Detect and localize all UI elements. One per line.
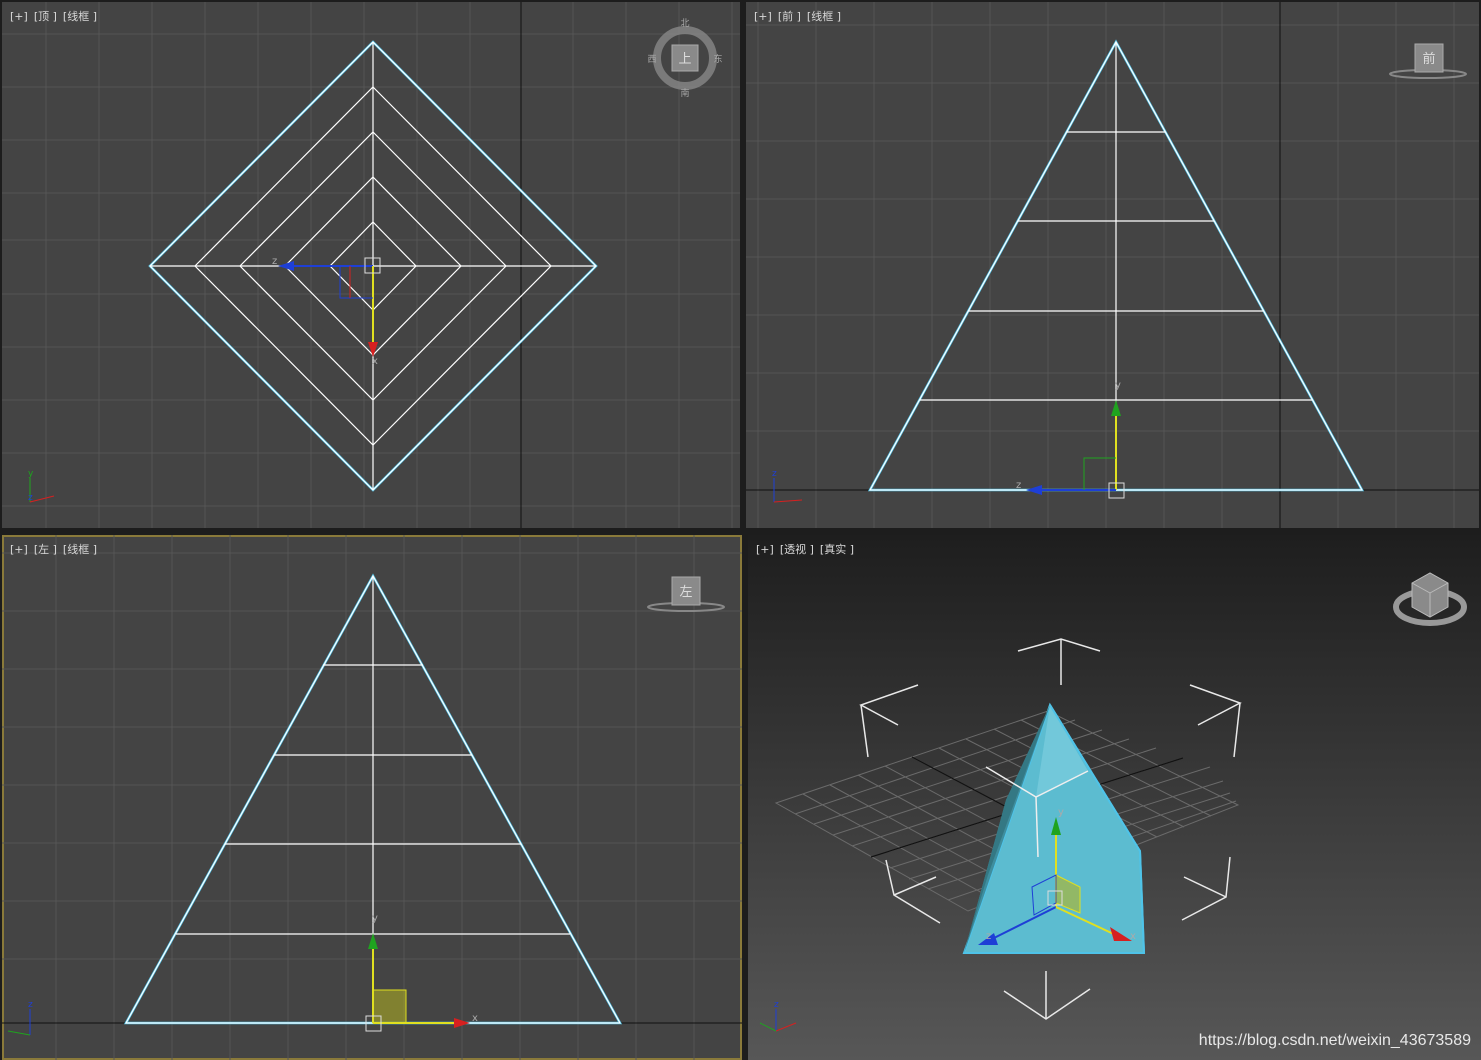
viewcube-left[interactable]: 左 bbox=[647, 576, 725, 612]
axis-label-y: y bbox=[1058, 807, 1064, 818]
svg-text:y: y bbox=[28, 469, 34, 479]
axis-label-y: y bbox=[372, 913, 378, 924]
viewport-front[interactable]: y z 前 z [+] [前 ] [线框 ] bbox=[746, 2, 1479, 528]
front-viewport-canvas: y z 前 z bbox=[746, 2, 1479, 528]
viewport-label-front[interactable]: [+] [前 ] [线框 ] bbox=[754, 8, 847, 24]
axis-label-y: y bbox=[1115, 380, 1121, 391]
viewport-perspective[interactable]: y z x z [+] [透视 ] [真实 ] https://blog.csdn.… bbox=[748, 535, 1481, 1060]
viewcube-face-label: 左 bbox=[679, 585, 692, 600]
viewport-view-name[interactable]: [顶 ] bbox=[34, 10, 57, 23]
watermark-url: https://blog.csdn.net/weixin_43673589 bbox=[1198, 1032, 1471, 1049]
svg-text:z: z bbox=[28, 493, 33, 503]
axis-label-z: z bbox=[272, 256, 277, 267]
viewcube-perspective[interactable] bbox=[1393, 572, 1467, 626]
viewport-view-name[interactable]: [透视 ] bbox=[780, 543, 814, 556]
viewport-view-name[interactable]: [左 ] bbox=[34, 543, 57, 556]
top-viewport-canvas: z x 上 北 南 东 西 y z bbox=[2, 2, 740, 528]
axis-label-z: z bbox=[986, 931, 991, 942]
axis-label-z: z bbox=[1016, 480, 1021, 491]
transform-gizmo-top[interactable] bbox=[278, 257, 381, 357]
viewport-label-top[interactable]: [+] [顶 ] [线框 ] bbox=[10, 8, 103, 24]
transform-gizmo-left[interactable] bbox=[365, 933, 470, 1032]
viewport-label-left[interactable]: [+] [左 ] [线框 ] bbox=[10, 541, 103, 557]
viewport-label-perspective[interactable]: [+] [透视 ] [真实 ] bbox=[756, 541, 860, 557]
viewcube-face-label: 上 bbox=[678, 52, 691, 67]
viewport-menu-plus[interactable]: [+] bbox=[754, 10, 772, 23]
transform-gizmo-front[interactable] bbox=[1026, 400, 1125, 499]
viewport-top[interactable]: z x 上 北 南 东 西 y z [+] [顶 ] [线框 ] bbox=[2, 2, 740, 528]
compass-south: 南 bbox=[680, 87, 689, 99]
viewport-menu-plus[interactable]: [+] bbox=[10, 543, 28, 556]
svg-text:z: z bbox=[28, 1000, 33, 1010]
axis-tripod-perspective: z bbox=[759, 1000, 797, 1032]
viewcube-front[interactable]: 前 bbox=[1389, 43, 1467, 79]
perspective-viewport-canvas: y z x z bbox=[759, 572, 1467, 1032]
axis-tripod-left: z bbox=[7, 1000, 33, 1036]
compass-east: 东 bbox=[713, 53, 722, 65]
grid bbox=[746, 2, 1479, 528]
axis-label-x: x bbox=[472, 1013, 478, 1024]
viewcube-face-label: 前 bbox=[1422, 51, 1435, 67]
viewport-view-name[interactable]: [前 ] bbox=[778, 10, 801, 23]
viewport-menu-plus[interactable]: [+] bbox=[10, 10, 28, 23]
axis-tripod-front: z bbox=[772, 469, 803, 503]
compass-west: 西 bbox=[647, 54, 656, 65]
svg-text:z: z bbox=[772, 469, 777, 479]
viewport-shading-mode[interactable]: [线框 ] bbox=[63, 543, 97, 556]
axis-label-x: x bbox=[372, 356, 378, 367]
viewport-menu-plus[interactable]: [+] bbox=[756, 543, 774, 556]
axis-tripod-top: y z bbox=[28, 469, 55, 503]
axis-label-x: x bbox=[1130, 931, 1136, 942]
viewport-left[interactable]: y x 左 z [+] [左 ] [线框 ] bbox=[2, 535, 742, 1060]
left-viewport-canvas: y x 左 z bbox=[2, 535, 742, 1060]
compass-north: 北 bbox=[680, 18, 689, 29]
viewport-shading-mode[interactable]: [真实 ] bbox=[820, 543, 854, 556]
viewport-shading-mode[interactable]: [线框 ] bbox=[807, 10, 841, 23]
viewport-shading-mode[interactable]: [线框 ] bbox=[63, 10, 97, 23]
svg-text:z: z bbox=[774, 1000, 779, 1010]
